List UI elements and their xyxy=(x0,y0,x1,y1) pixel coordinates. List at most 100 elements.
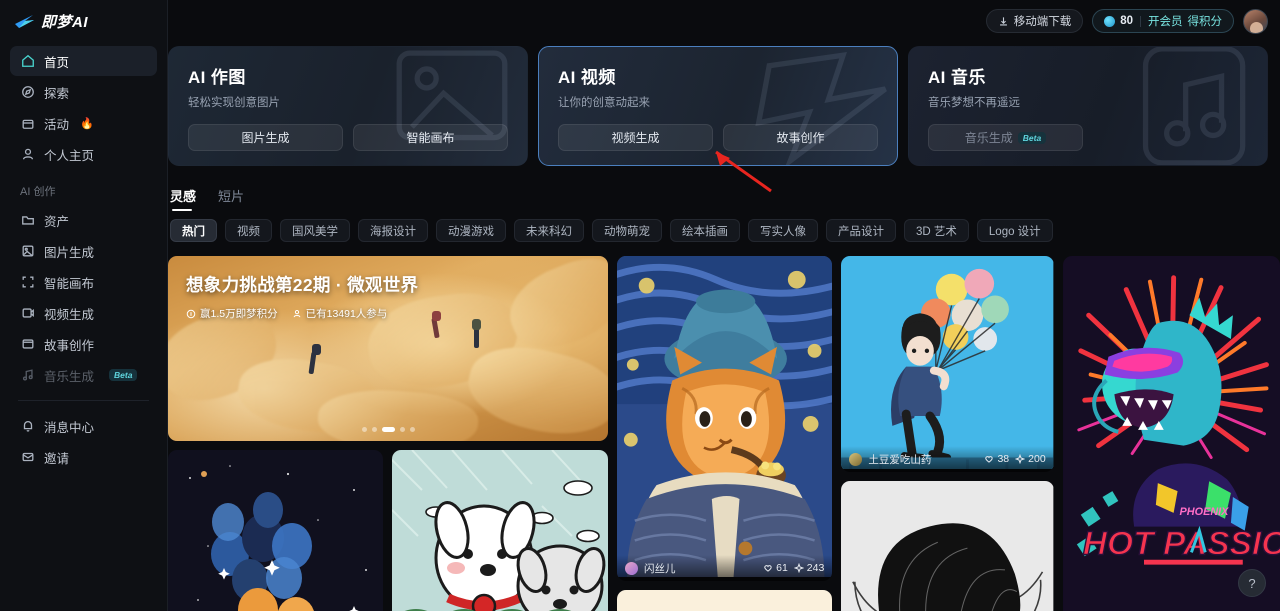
chip-label: 热门 xyxy=(182,225,205,238)
card-meta: 土豆爱吃山药 38 200 xyxy=(841,446,1054,472)
sidebar-item-label: 资产 xyxy=(44,214,70,229)
chip-logo-design[interactable]: Logo 设计 xyxy=(976,219,1053,242)
sidebar-item-label: 邀请 xyxy=(44,451,70,466)
chip-label: 产品设计 xyxy=(838,225,884,238)
people-icon xyxy=(293,309,300,317)
chip-animals[interactable]: 动物萌宠 xyxy=(592,219,662,242)
grid-column-2: 闪丝儿 61 243 xyxy=(617,256,833,611)
points-label: 得积分 xyxy=(1187,16,1223,28)
hero-subtitle: 让你的创意动起来 xyxy=(558,97,650,109)
chip-sci-fi[interactable]: 未来科幻 xyxy=(514,219,584,242)
hero-button-video-generate[interactable]: 视频生成 xyxy=(558,124,713,151)
banner-prize-text: 赢1.5万即梦积分 xyxy=(200,308,278,320)
hot-passions-dino-art: HOT PASSIONS PHOENIX xyxy=(1062,256,1280,611)
sidebar-bottom-nav: 消息中心 邀请 xyxy=(10,411,157,472)
likes-count: 61 xyxy=(776,562,788,574)
card-likes[interactable]: 61 xyxy=(763,562,788,574)
hero-card-ai-image[interactable]: AI 作图 轻松实现创意图片 图片生成 智能画布 xyxy=(168,46,528,166)
hero-card-ai-music[interactable]: AI 音乐 音乐梦想不再遥远 音乐生成 Beta xyxy=(908,46,1268,166)
hero-button-row: 视频生成 故事创作 xyxy=(558,124,878,151)
starry-balloons-card[interactable] xyxy=(168,450,383,611)
avatar xyxy=(849,452,863,466)
carousel-dot[interactable] xyxy=(371,427,377,432)
credits-badge[interactable]: 80 开会员 得积分 xyxy=(1092,9,1234,33)
banner-figure-person xyxy=(432,311,441,321)
jimeng-logo-icon xyxy=(14,13,36,29)
sidebar-item-messages[interactable]: 消息中心 xyxy=(10,411,157,441)
chip-picture-book[interactable]: 绘本插画 xyxy=(670,219,740,242)
sidebar-item-activity[interactable]: 活动 🔥 xyxy=(10,108,157,138)
carousel-dot[interactable] xyxy=(409,427,415,432)
mobile-download-button[interactable]: 移动端下载 xyxy=(985,9,1084,33)
tab-inspiration[interactable]: 灵感 xyxy=(170,186,196,211)
chip-realistic-portrait[interactable]: 写实人像 xyxy=(748,219,818,242)
download-icon xyxy=(998,16,1009,27)
card-author: 闪丝儿 xyxy=(644,562,676,575)
sidebar-item-story-creation[interactable]: 故事创作 xyxy=(10,329,157,359)
sidebar-item-label: 个人主页 xyxy=(44,148,95,163)
cat-in-hat-card[interactable]: 闪丝儿 61 243 xyxy=(617,256,833,581)
grid-column-3: 土豆爱吃山药 38 200 xyxy=(841,256,1054,611)
carousel-dot[interactable] xyxy=(361,427,367,432)
sidebar-item-smart-canvas[interactable]: 智能画布 xyxy=(10,267,157,297)
hero-title: AI 音乐 xyxy=(928,68,986,87)
tab-short-film[interactable]: 短片 xyxy=(218,186,244,211)
card-stars[interactable]: 243 xyxy=(793,562,825,574)
stars-count: 243 xyxy=(806,562,825,574)
sidebar-item-assets[interactable]: 资产 xyxy=(10,205,157,235)
sidebar-item-home[interactable]: 首页 xyxy=(10,46,157,76)
card-likes[interactable]: 38 xyxy=(984,453,1009,465)
main-content: 移动端下载 80 开会员 得积分 AI 作图 轻松实现创意图片 图片生成 智能画… xyxy=(168,0,1280,611)
category-chip-row: 热门 视频 国风美学 海报设计 动漫游戏 未来科幻 动物萌宠 绘本插画 写实人像… xyxy=(168,211,1280,242)
brand-logo[interactable]: 即梦AI xyxy=(10,0,157,42)
help-button[interactable]: ? xyxy=(1238,569,1266,597)
chip-label: 动物萌宠 xyxy=(604,225,650,238)
carousel-dot[interactable] xyxy=(399,427,405,432)
beta-badge: Beta xyxy=(1017,131,1047,144)
credits-value: 80 xyxy=(1120,15,1133,27)
cartoon-dogs-card[interactable] xyxy=(392,450,608,611)
hero-card-row: AI 作图 轻松实现创意图片 图片生成 智能画布 AI 视频 让你的创意动起来 xyxy=(168,42,1268,166)
chip-guofeng[interactable]: 国风美学 xyxy=(280,219,350,242)
sidebar-item-invite[interactable]: 邀请 xyxy=(10,442,157,472)
sidebar-item-explore[interactable]: 探索 xyxy=(10,77,157,107)
sidebar-item-profile[interactable]: 个人主页 xyxy=(10,139,157,169)
card-stars[interactable]: 200 xyxy=(1015,453,1046,465)
sidebar-item-music-generate: 音乐生成 Beta xyxy=(10,360,157,390)
black-white-hair-card[interactable] xyxy=(841,481,1054,611)
hot-passions-dino-card[interactable]: HOT PASSIONS PHOENIX xyxy=(1062,256,1280,611)
gift-icon xyxy=(20,116,35,131)
sidebar-item-video-generate[interactable]: 视频生成 xyxy=(10,298,157,328)
chip-3d-art[interactable]: 3D 艺术 xyxy=(904,219,969,242)
cream-sketch-card[interactable] xyxy=(617,590,833,611)
banner-figure-person xyxy=(312,344,321,355)
chip-product-design[interactable]: 产品设计 xyxy=(826,219,896,242)
hero-button-label: 智能画布 xyxy=(406,131,455,145)
spark-icon xyxy=(793,563,804,573)
chip-poster-design[interactable]: 海报设计 xyxy=(358,219,428,242)
hero-button-image-generate[interactable]: 图片生成 xyxy=(188,124,343,151)
banner-title: 想象力挑战第22期 · 微观世界 xyxy=(186,275,419,295)
chip-anime-game[interactable]: 动漫游戏 xyxy=(436,219,506,242)
pill-divider xyxy=(1140,15,1141,27)
topbar: 移动端下载 80 开会员 得积分 xyxy=(168,0,1280,42)
sidebar-item-image-generate[interactable]: 图片生成 xyxy=(10,236,157,266)
video-generate-icon xyxy=(20,306,35,321)
balloon-girl-card[interactable]: 土豆爱吃山药 38 200 xyxy=(841,256,1054,472)
sidebar-item-label: 探索 xyxy=(44,86,70,101)
mobile-download-label: 移动端下载 xyxy=(1013,16,1072,28)
banner-carousel-dots[interactable] xyxy=(168,427,608,432)
compass-icon xyxy=(20,85,35,100)
chip-video[interactable]: 视频 xyxy=(225,219,272,242)
hero-button-story-creation[interactable]: 故事创作 xyxy=(723,124,878,151)
hero-card-ai-video[interactable]: AI 视频 让你的创意动起来 视频生成 故事创作 xyxy=(538,46,898,166)
hero-button-smart-canvas[interactable]: 智能画布 xyxy=(353,124,508,151)
sidebar-item-label: 视频生成 xyxy=(44,307,95,322)
banner-prize: 赢1.5万即梦积分 xyxy=(186,306,278,321)
carousel-dot-active[interactable] xyxy=(381,427,395,432)
grid-column-1: 想象力挑战第22期 · 微观世界 赢1.5万即梦积分 已有13491人参与 xyxy=(168,256,608,611)
user-avatar[interactable] xyxy=(1243,8,1268,34)
content-grid: 想象力挑战第22期 · 微观世界 赢1.5万即梦积分 已有13491人参与 闪丝… xyxy=(168,242,1280,611)
challenge-banner-card[interactable]: 想象力挑战第22期 · 微观世界 赢1.5万即梦积分 已有13491人参与 xyxy=(168,256,608,441)
chip-hot[interactable]: 热门 xyxy=(170,219,217,242)
